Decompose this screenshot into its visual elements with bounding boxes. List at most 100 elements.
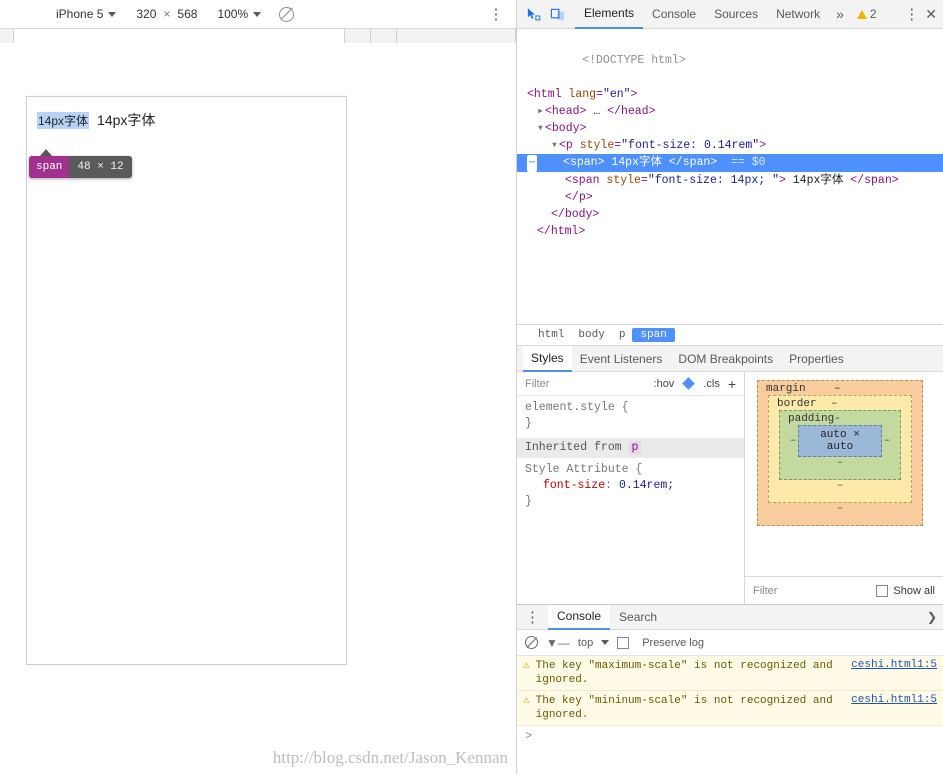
ruler-segment: [0, 29, 14, 43]
zoom-selector[interactable]: 100%: [217, 7, 262, 21]
styles-filter-input[interactable]: Filter: [525, 378, 650, 390]
breadcrumb-item-html[interactable]: html: [531, 329, 571, 341]
rule-element-style-selector[interactable]: element.style {: [517, 400, 744, 416]
viewport-height-input[interactable]: 568: [177, 7, 197, 21]
console-messages[interactable]: ⚠ The key "maximum-scale" is not recogni…: [517, 656, 943, 774]
console-warning-row[interactable]: ⚠ The key "mininum-scale" is not recogni…: [517, 691, 943, 726]
dom-line-p[interactable]: <p style="font-size: 0.14rem">: [517, 137, 943, 154]
selected-node-suffix: == $0: [731, 156, 766, 169]
box-model-margin[interactable]: margin – border – padding- – auto × auto…: [757, 380, 923, 526]
box-model-padding[interactable]: padding- – auto × auto – –: [779, 410, 901, 480]
dom-line-html-close[interactable]: </html>: [517, 223, 943, 240]
tab-event-listeners[interactable]: Event Listeners: [572, 352, 671, 366]
console-message-source[interactable]: ceshi.html1:5: [851, 659, 937, 671]
padding-right-value[interactable]: –: [882, 435, 892, 447]
dom-tree[interactable]: <!DOCTYPE html> <html lang="en"> <head> …: [517, 29, 943, 324]
emulated-page-frame[interactable]: 14px字体 14px字体: [26, 96, 347, 665]
tab-network[interactable]: Network: [767, 0, 829, 29]
chevron-down-icon[interactable]: [601, 640, 610, 645]
padding-left-value[interactable]: –: [788, 435, 798, 447]
console-toolbar: ▼— top Preserve log: [517, 630, 943, 656]
device-selector[interactable]: iPhone 5: [56, 7, 117, 21]
drawer-tab-console[interactable]: Console: [548, 604, 611, 630]
selected-span-text[interactable]: 14px字体: [37, 112, 90, 129]
second-span-text[interactable]: 14px字体: [97, 110, 155, 130]
breadcrumb-item-p[interactable]: p: [612, 329, 633, 341]
margin-bottom-value[interactable]: –: [768, 503, 912, 515]
dom-line-p-close[interactable]: </p>: [517, 189, 943, 206]
dom-line-selected-span[interactable]: ⋯ <span> 14px字体 </span> == $0: [517, 154, 943, 172]
selected-node-text: 14px字体: [611, 156, 662, 169]
close-icon[interactable]: ✕: [923, 6, 943, 23]
ruler-segment: [371, 29, 398, 43]
preserve-log-label[interactable]: Preserve log: [642, 637, 704, 649]
throttling-toggle[interactable]: [279, 6, 295, 22]
collapse-triangle-icon[interactable]: [537, 120, 545, 137]
viewport-width-input[interactable]: 320: [136, 7, 156, 21]
box-model-border[interactable]: border – padding- – auto × auto – – –: [768, 395, 912, 503]
rule-style-attribute-declaration[interactable]: font-size: 0.14rem;: [517, 478, 744, 494]
styles-pane-tab-bar: Styles Event Listeners DOM Breakpoints P…: [517, 345, 943, 372]
rule-style-attribute-selector[interactable]: Style Attribute {: [517, 462, 744, 478]
show-all-checkbox[interactable]: [876, 584, 889, 597]
inspect-cursor-icon[interactable]: [521, 2, 545, 26]
tab-elements[interactable]: Elements: [575, 0, 644, 29]
inherited-from-chip[interactable]: p: [628, 441, 642, 454]
drawer-tab-search[interactable]: Search: [610, 605, 666, 630]
breadcrumb-item-body[interactable]: body: [571, 329, 611, 341]
breadcrumb-item-span[interactable]: span: [632, 328, 675, 342]
dom-line-html[interactable]: <html lang="en">: [517, 86, 943, 103]
filter-icon[interactable]: ▼—: [546, 636, 570, 650]
tab-styles[interactable]: Styles: [523, 345, 572, 372]
hov-button[interactable]: :hov: [650, 378, 679, 390]
dom-line-body-close[interactable]: </body>: [517, 206, 943, 223]
devtools-more-button[interactable]: ⋮: [900, 7, 923, 22]
expand-triangle-icon[interactable]: [537, 103, 545, 120]
preserve-log-checkbox[interactable]: [617, 636, 630, 649]
no-throttling-icon: [279, 6, 295, 22]
device-toolbar-more-button[interactable]: ⋮: [488, 7, 504, 22]
ruler-segment: [345, 29, 372, 43]
margin-top-value[interactable]: –: [834, 383, 841, 395]
computed-filter-row: Filter Show all: [745, 576, 943, 604]
tab-console[interactable]: Console: [643, 0, 705, 29]
border-top-value[interactable]: –: [831, 398, 838, 410]
dom-line-doctype[interactable]: <!DOCTYPE html>: [517, 35, 943, 86]
console-message-source[interactable]: ceshi.html1:5: [851, 694, 937, 706]
tab-overflow-button[interactable]: »: [829, 6, 851, 22]
emulated-viewport-area: 14px字体 14px字体 span 48 × 12 http://blog.c…: [0, 43, 516, 774]
css-rules-area[interactable]: element.style { } Inherited from p Style…: [517, 396, 744, 604]
dom-line-styled-span[interactable]: <span style="font-size: 14px; "> 14px字体 …: [517, 172, 943, 189]
margin-label: margin: [766, 383, 806, 395]
dom-line-body[interactable]: <body>: [517, 120, 943, 137]
tab-sources[interactable]: Sources: [705, 0, 767, 29]
device-toolbar-icon[interactable]: [545, 2, 569, 26]
tab-properties[interactable]: Properties: [781, 352, 852, 366]
warning-counter[interactable]: 2: [856, 7, 877, 21]
show-all-label[interactable]: Show all: [893, 585, 935, 597]
node-badge-icon[interactable]: ⋯: [527, 155, 538, 172]
console-prompt[interactable]: >: [517, 726, 943, 746]
new-style-rule-button[interactable]: +: [724, 376, 740, 392]
devtools-tab-bar: Elements Console Sources Network »: [575, 0, 851, 29]
collapse-triangle-icon[interactable]: [551, 137, 559, 154]
padding-label: padding-: [788, 413, 841, 425]
box-model-content[interactable]: auto × auto: [798, 425, 882, 457]
dom-line-head[interactable]: <head> … </head>: [517, 103, 943, 120]
cls-button[interactable]: .cls: [699, 378, 724, 390]
drawer-menu-button[interactable]: ⋮: [521, 610, 548, 625]
color-palette-icon[interactable]: [682, 377, 696, 390]
tab-dom-breakpoints[interactable]: DOM Breakpoints: [670, 352, 781, 366]
chevron-right-icon[interactable]: ❯: [921, 610, 943, 624]
computed-filter-input[interactable]: Filter: [753, 585, 876, 597]
css-property-name[interactable]: font-size: [543, 479, 605, 492]
css-property-value[interactable]: 0.14rem;: [619, 479, 674, 492]
console-context-selector[interactable]: top: [578, 637, 593, 649]
console-warning-row[interactable]: ⚠ The key "maximum-scale" is not recogni…: [517, 656, 943, 691]
tooltip-element-size: 48 × 12: [77, 161, 124, 173]
border-label: border: [777, 398, 817, 410]
clear-console-icon[interactable]: [525, 636, 538, 649]
padding-bottom-value[interactable]: –: [788, 457, 892, 469]
warning-count: 2: [869, 7, 877, 21]
border-bottom-value[interactable]: –: [779, 480, 901, 492]
